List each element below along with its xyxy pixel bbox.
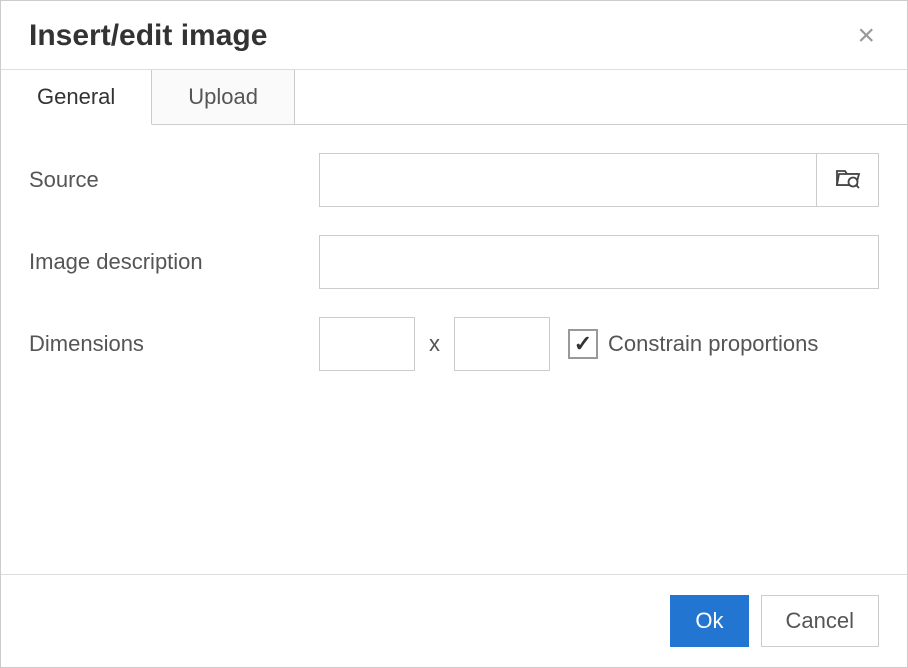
cancel-button[interactable]: Cancel (761, 595, 879, 647)
dimensions-label: Dimensions (29, 331, 319, 357)
description-field (319, 235, 879, 289)
close-icon: × (857, 19, 875, 52)
width-input[interactable] (319, 317, 415, 371)
dialog-title: Insert/edit image (29, 19, 267, 53)
insert-edit-image-dialog: Insert/edit image × General Upload Sourc… (0, 0, 908, 668)
cancel-button-label: Cancel (786, 608, 854, 634)
height-input[interactable] (454, 317, 550, 371)
source-label: Source (29, 167, 319, 193)
constrain-label: Constrain proportions (608, 331, 818, 357)
tab-upload[interactable]: Upload (152, 70, 295, 124)
source-input[interactable] (319, 153, 817, 207)
tab-general[interactable]: General (1, 70, 152, 125)
dimensions-row: Dimensions x Constrain proportions (29, 317, 879, 371)
constrain-wrap: Constrain proportions (568, 329, 818, 359)
description-input[interactable] (319, 235, 879, 289)
source-row: Source (29, 153, 879, 207)
tab-label: General (37, 84, 115, 109)
tab-bar: General Upload (1, 70, 907, 125)
dialog-body: Source Image description (1, 125, 907, 574)
close-button[interactable]: × (853, 21, 879, 51)
dimensions-field: x Constrain proportions (319, 317, 879, 371)
description-label: Image description (29, 249, 319, 275)
browse-button[interactable] (817, 153, 879, 207)
tab-label: Upload (188, 84, 258, 109)
dimensions-separator: x (429, 331, 440, 357)
dialog-footer: Ok Cancel (1, 574, 907, 667)
ok-button[interactable]: Ok (670, 595, 748, 647)
dialog-header: Insert/edit image × (1, 1, 907, 70)
ok-button-label: Ok (695, 608, 723, 634)
constrain-checkbox[interactable] (568, 329, 598, 359)
source-field (319, 153, 879, 207)
description-row: Image description (29, 235, 879, 289)
browse-folder-icon (835, 167, 861, 194)
